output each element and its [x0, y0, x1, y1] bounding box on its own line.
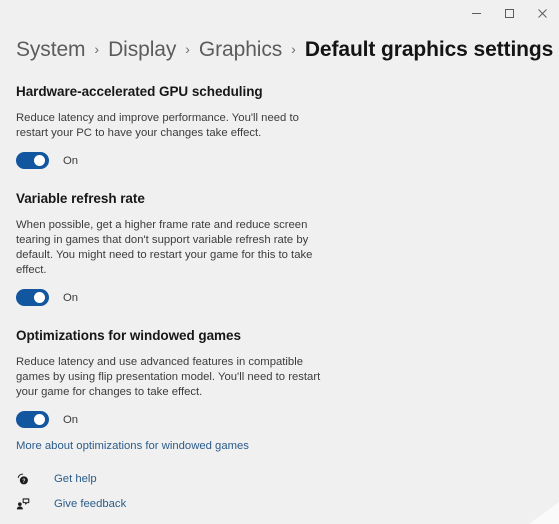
breadcrumb-item-system[interactable]: System [16, 38, 86, 62]
minimize-button[interactable] [460, 0, 493, 26]
chevron-right-icon: › [185, 41, 190, 57]
windowed-games-optimizations-toggle[interactable] [16, 411, 49, 428]
help-icon: ? [16, 472, 38, 486]
toggle-row: On [16, 289, 543, 306]
variable-refresh-rate-toggle[interactable] [16, 289, 49, 306]
toggle-knob [34, 414, 45, 425]
chevron-right-icon: › [94, 41, 100, 57]
give-feedback-link[interactable]: Give feedback [16, 491, 126, 516]
get-help-link[interactable]: ? Get help [16, 466, 126, 491]
toggle-knob [34, 155, 45, 166]
maximize-icon [505, 8, 514, 18]
settings-content: Hardware-accelerated GPU scheduling Redu… [0, 62, 559, 454]
close-button[interactable] [526, 0, 559, 26]
close-icon [538, 8, 547, 18]
svg-text:?: ? [22, 478, 25, 484]
section-description: Reduce latency and use advanced features… [16, 356, 321, 398]
section-variable-refresh-rate: Variable refresh rate When possible, get… [16, 169, 543, 306]
toggle-row: On [16, 411, 543, 428]
section-title: Optimizations for windowed games [16, 328, 241, 343]
section-description: Reduce latency and improve performance. … [16, 112, 299, 139]
give-feedback-label: Give feedback [54, 497, 127, 510]
gpu-scheduling-toggle[interactable] [16, 152, 49, 169]
breadcrumb: System › Display › Graphics › Default gr… [0, 26, 559, 62]
toggle-row: On [16, 152, 543, 169]
minimize-icon [472, 12, 481, 14]
maximize-button[interactable] [493, 0, 526, 26]
corner-artifact [529, 502, 559, 524]
section-optimizations-for-windowed-games: Optimizations for windowed games Reduce … [16, 306, 543, 454]
section-hardware-accelerated-gpu-scheduling: Hardware-accelerated GPU scheduling Redu… [16, 62, 543, 169]
toggle-state-label: On [63, 154, 79, 167]
feedback-icon [16, 497, 38, 511]
toggle-state-label: On [63, 413, 79, 426]
more-about-optimizations-link[interactable]: More about optimizations for windowed ga… [16, 440, 249, 452]
get-help-label: Get help [54, 472, 97, 485]
breadcrumb-item-display[interactable]: Display [108, 38, 176, 62]
page-title: Default graphics settings [304, 38, 554, 61]
title-bar [0, 0, 559, 26]
section-title: Variable refresh rate [16, 191, 145, 206]
breadcrumb-item-graphics[interactable]: Graphics [199, 38, 282, 62]
chevron-right-icon: › [291, 41, 296, 57]
toggle-state-label: On [63, 291, 79, 304]
toggle-knob [34, 292, 45, 303]
section-description: When possible, get a higher frame rate a… [16, 219, 313, 276]
footer-links: ? Get help Give feedback [16, 466, 126, 516]
section-title: Hardware-accelerated GPU scheduling [16, 84, 263, 99]
